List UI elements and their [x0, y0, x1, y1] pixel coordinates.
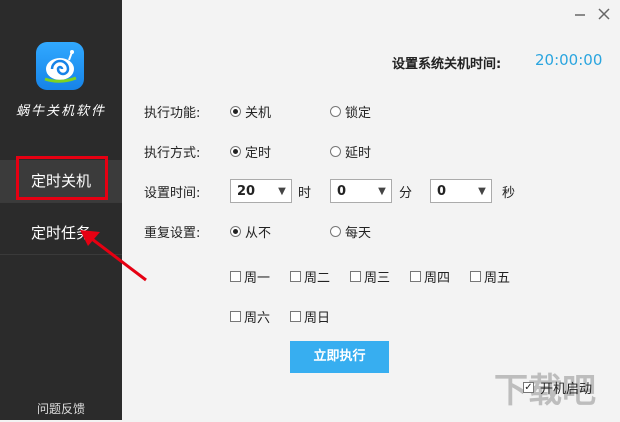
function-label: 执行功能:	[144, 106, 201, 121]
nav-shutdown-timer[interactable]: 定时关机	[0, 156, 122, 202]
second-unit: 秒	[502, 186, 516, 201]
checkbox-saturday[interactable]: 周六	[230, 307, 270, 326]
minimize-icon[interactable]	[572, 6, 588, 22]
feedback-link[interactable]: 问题反馈	[0, 400, 122, 417]
radio-lock-label: 锁定	[345, 106, 372, 121]
app-name: 蜗牛关机软件	[15, 104, 106, 119]
radio-delay-label: 延时	[345, 146, 372, 161]
checkbox-autostart-label: 开机启动	[540, 382, 593, 397]
checkbox-tuesday[interactable]: 周二	[290, 267, 330, 286]
sidebar: 蜗牛关机软件 定时关机 定时任务 问题反馈	[0, 0, 122, 420]
checkbox-box: ✓	[523, 382, 534, 393]
red-arrow-annotation	[80, 230, 147, 282]
checkbox-wednesday-label: 周三	[364, 271, 391, 286]
mode-label: 执行方式:	[144, 146, 201, 161]
checkbox-box	[350, 271, 361, 282]
checkbox-box	[410, 271, 421, 282]
dropdown-arrow-icon: ▼	[278, 185, 286, 197]
minute-value: 0	[337, 183, 347, 199]
checkbox-friday[interactable]: 周五	[470, 267, 510, 286]
radio-never-label: 从不	[245, 226, 272, 241]
highlight-box	[16, 156, 108, 200]
checkbox-wednesday[interactable]: 周三	[350, 267, 390, 286]
checkbox-tuesday-label: 周二	[304, 271, 331, 286]
repeat-label: 重复设置:	[144, 226, 201, 241]
execute-now-button[interactable]: 立即执行	[290, 341, 389, 373]
checkbox-monday-label: 周一	[244, 271, 271, 286]
checkbox-sunday[interactable]: 周日	[290, 307, 330, 326]
nav-divider	[0, 202, 122, 203]
checkbox-box	[290, 271, 301, 282]
hour-value: 20	[237, 183, 256, 199]
radio-dot	[330, 106, 341, 117]
shutdown-time-label: 设置系统关机时间:	[392, 57, 502, 72]
hour-select[interactable]: 20 ▼	[230, 179, 292, 203]
second-select[interactable]: 0 ▼	[430, 179, 492, 203]
radio-dot	[230, 226, 241, 237]
checkbox-thursday[interactable]: 周四	[410, 267, 450, 286]
dropdown-arrow-icon: ▼	[378, 185, 386, 197]
radio-shutdown-label: 关机	[245, 106, 272, 121]
checkbox-box	[230, 271, 241, 282]
radio-dot	[230, 106, 241, 117]
checkbox-box	[470, 271, 481, 282]
minute-select[interactable]: 0 ▼	[330, 179, 392, 203]
radio-daily-label: 每天	[345, 226, 372, 241]
radio-daily[interactable]: 每天	[330, 222, 371, 241]
close-icon[interactable]	[596, 6, 612, 22]
radio-lock[interactable]: 锁定	[330, 102, 371, 121]
second-value: 0	[437, 183, 447, 199]
hour-unit: 时	[298, 186, 312, 201]
dropdown-arrow-icon: ▼	[478, 185, 486, 197]
checkbox-thursday-label: 周四	[424, 271, 451, 286]
checkbox-box	[230, 311, 241, 322]
snail-logo-icon	[36, 42, 84, 90]
checkbox-saturday-label: 周六	[244, 311, 271, 326]
checkbox-box	[290, 311, 301, 322]
time-label: 设置时间:	[144, 186, 201, 201]
radio-shutdown[interactable]: 关机	[230, 102, 271, 121]
radio-dot	[330, 146, 341, 157]
radio-timed-label: 定时	[245, 146, 272, 161]
shutdown-time-value: 20:00:00	[535, 51, 603, 69]
checkbox-monday[interactable]: 周一	[230, 267, 270, 286]
radio-timed[interactable]: 定时	[230, 142, 271, 161]
radio-dot	[330, 226, 341, 237]
checkbox-autostart[interactable]: ✓ 开机启动	[523, 378, 592, 397]
radio-delay[interactable]: 延时	[330, 142, 371, 161]
minute-unit: 分	[399, 186, 413, 201]
checkbox-sunday-label: 周日	[304, 311, 331, 326]
radio-never[interactable]: 从不	[230, 222, 271, 241]
radio-dot	[230, 146, 241, 157]
checkbox-friday-label: 周五	[484, 271, 511, 286]
